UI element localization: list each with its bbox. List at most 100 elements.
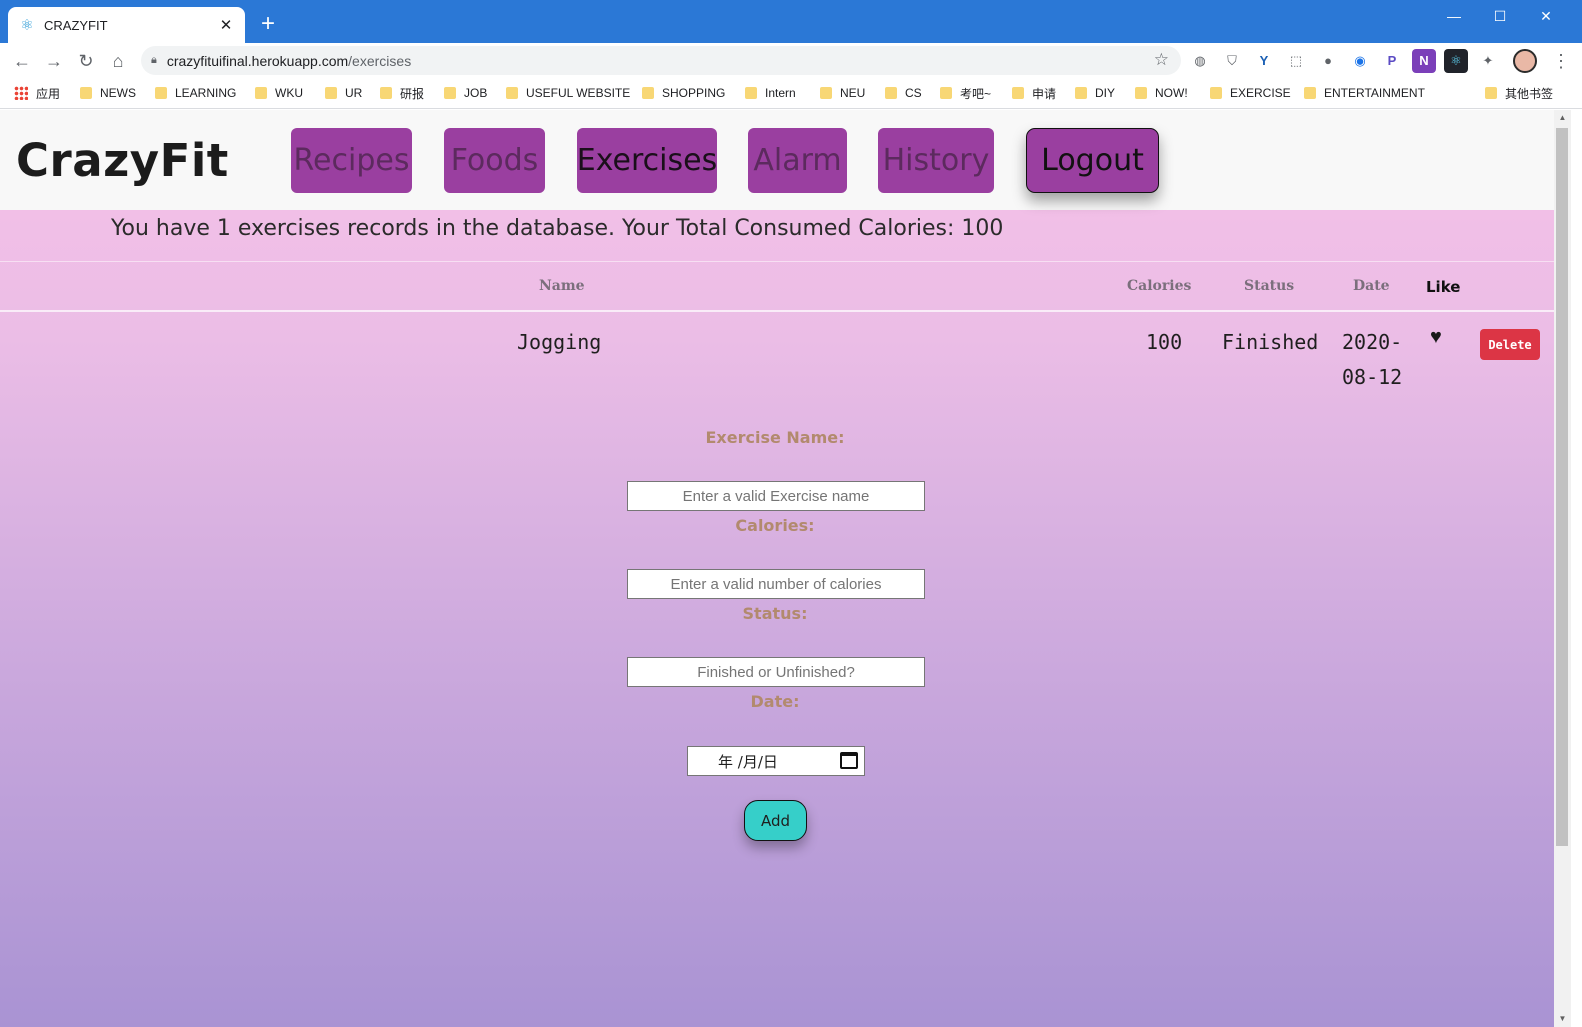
status-label: Status: xyxy=(742,604,808,623)
bookmark-star-icon[interactable]: ☆ xyxy=(1154,50,1169,70)
bookmark-folder[interactable]: SHOPPING xyxy=(642,84,725,102)
bookmark-folder[interactable]: 考吧~ xyxy=(940,84,991,102)
folder-icon xyxy=(444,87,456,99)
date-input[interactable]: 年 /月/日 xyxy=(687,746,865,776)
extension-circle-icon[interactable]: ● xyxy=(1316,49,1340,73)
calories-input[interactable] xyxy=(627,569,925,599)
bookmark-folder[interactable]: UR xyxy=(325,84,362,102)
url-host: crazyfituifinal.herokuapp.com xyxy=(166,52,349,69)
apps-grid-icon xyxy=(14,86,28,100)
cell-date-line1: 2020- xyxy=(1342,330,1403,354)
cell-calories: 100 xyxy=(1146,330,1183,354)
bookmark-folder[interactable]: 申请 xyxy=(1012,84,1056,102)
forward-icon[interactable]: → xyxy=(40,47,68,75)
bookmark-folder[interactable]: Intern xyxy=(745,84,796,102)
folder-icon xyxy=(820,87,832,99)
bookmark-folder[interactable]: NOW! xyxy=(1135,84,1188,102)
maximize-icon[interactable]: ☐ xyxy=(1477,4,1523,28)
lock-icon: 🔒︎ xyxy=(151,54,157,66)
folder-icon xyxy=(940,87,952,99)
close-window-icon[interactable]: ✕ xyxy=(1523,4,1569,28)
browser-tab-bar: ⚛ CRAZYFIT ✕ + — ☐ ✕ xyxy=(0,0,1582,43)
date-placeholder: 年 /月/日 xyxy=(718,752,778,771)
extensions-row: ◍ ⛉ Y ⬚ ● ◉ P N ⚛ ✦ xyxy=(1188,49,1500,73)
bookmark-folder[interactable]: WKU xyxy=(255,84,303,102)
new-tab-button[interactable]: + xyxy=(255,11,281,37)
nav-exercises[interactable]: Exercises xyxy=(577,128,717,193)
exercise-name-input[interactable] xyxy=(627,481,925,511)
address-bar[interactable]: 🔒︎ crazyfituifinal.herokuapp.com /exerci… xyxy=(141,46,1181,75)
folder-icon xyxy=(1012,87,1024,99)
browser-tab[interactable]: ⚛ CRAZYFIT ✕ xyxy=(8,7,245,43)
divider xyxy=(0,261,1554,262)
bookmark-folder[interactable]: NEWS xyxy=(80,84,136,102)
nav-recipes[interactable]: Recipes xyxy=(291,128,412,193)
app-navbar: CrazyFit Recipes Foods Exercises Alarm H… xyxy=(0,110,1554,210)
puzzle-icon[interactable]: ✦ xyxy=(1476,49,1500,73)
exercise-name-label: Exercise Name: xyxy=(705,428,845,447)
minimize-icon[interactable]: — xyxy=(1431,4,1477,28)
folder-icon xyxy=(255,87,267,99)
brand-logo[interactable]: CrazyFit xyxy=(16,134,229,187)
bookmark-other[interactable]: 其他书签 xyxy=(1485,84,1553,102)
extension-earth-icon[interactable]: ◉ xyxy=(1348,49,1372,73)
extension-box-icon[interactable]: ⬚ xyxy=(1284,49,1308,73)
calendar-icon[interactable] xyxy=(840,752,858,769)
column-header-like: Like xyxy=(1426,278,1461,296)
column-header-calories: Calories xyxy=(1127,278,1192,294)
bookmark-folder[interactable]: ENTERTAINMENT xyxy=(1304,84,1425,102)
calories-label: Calories: xyxy=(735,516,815,535)
status-input[interactable] xyxy=(627,657,925,687)
react-devtools-icon[interactable]: ⚛ xyxy=(1444,49,1468,73)
delete-button[interactable]: Delete xyxy=(1480,329,1540,360)
bookmark-apps[interactable]: 应用 xyxy=(14,84,60,102)
cell-name: Jogging xyxy=(517,330,602,354)
extension-shield-icon[interactable]: ⛉ xyxy=(1220,49,1244,73)
scroll-thumb[interactable] xyxy=(1556,128,1568,846)
extension-globe-icon[interactable]: ◍ xyxy=(1188,49,1212,73)
react-icon: ⚛ xyxy=(20,17,34,34)
bookmark-folder[interactable]: EXERCISE xyxy=(1210,84,1291,102)
folder-icon xyxy=(80,87,92,99)
add-button[interactable]: Add xyxy=(744,800,807,841)
home-icon[interactable]: ⌂ xyxy=(104,47,132,75)
onenote-icon[interactable]: N xyxy=(1412,49,1436,73)
logout-button[interactable]: Logout xyxy=(1026,128,1159,193)
nav-alarm[interactable]: Alarm xyxy=(748,128,847,193)
bookmark-folder[interactable]: CS xyxy=(885,84,922,102)
column-header-date: Date xyxy=(1353,278,1390,294)
nav-foods[interactable]: Foods xyxy=(444,128,545,193)
date-label: Date: xyxy=(750,692,800,711)
url-path: /exercises xyxy=(348,52,412,69)
reload-icon[interactable]: ↻ xyxy=(72,47,100,75)
browser-toolbar: ← → ↻ ⌂ 🔒︎ crazyfituifinal.herokuapp.com… xyxy=(0,43,1582,78)
nav-history[interactable]: History xyxy=(878,128,994,193)
table-header-divider xyxy=(0,310,1554,312)
page-content: CrazyFit Recipes Foods Exercises Alarm H… xyxy=(0,110,1554,1027)
bookmark-folder[interactable]: LEARNING xyxy=(155,84,236,102)
folder-icon xyxy=(380,87,392,99)
extension-p-icon[interactable]: P xyxy=(1380,49,1404,73)
bookmark-folder[interactable]: USEFUL WEBSITE xyxy=(506,84,630,102)
bookmark-folder[interactable]: DIY xyxy=(1075,84,1115,102)
page-scrollbar[interactable]: ▲ ▼ xyxy=(1554,110,1571,1027)
folder-icon xyxy=(506,87,518,99)
close-tab-icon[interactable]: ✕ xyxy=(217,16,235,34)
extension-y-icon[interactable]: Y xyxy=(1252,49,1276,73)
cell-date-line2: 08-12 xyxy=(1342,365,1403,389)
folder-icon xyxy=(1210,87,1222,99)
scroll-down-icon[interactable]: ▼ xyxy=(1554,1011,1571,1027)
scroll-up-icon[interactable]: ▲ xyxy=(1554,110,1571,126)
bookmark-folder[interactable]: NEU xyxy=(820,84,865,102)
folder-icon xyxy=(745,87,757,99)
profile-avatar[interactable] xyxy=(1513,49,1537,73)
bookmark-folder[interactable]: JOB xyxy=(444,84,487,102)
menu-dots-icon[interactable]: ⋮ xyxy=(1551,48,1571,74)
records-summary: You have 1 exercises records in the data… xyxy=(111,216,1004,241)
heart-icon[interactable]: ♥ xyxy=(1430,326,1442,349)
bookmark-folder[interactable]: 研报 xyxy=(380,84,424,102)
folder-icon xyxy=(1485,87,1497,99)
folder-icon xyxy=(1135,87,1147,99)
tab-title: CRAZYFIT xyxy=(44,17,108,33)
back-icon[interactable]: ← xyxy=(8,47,36,75)
